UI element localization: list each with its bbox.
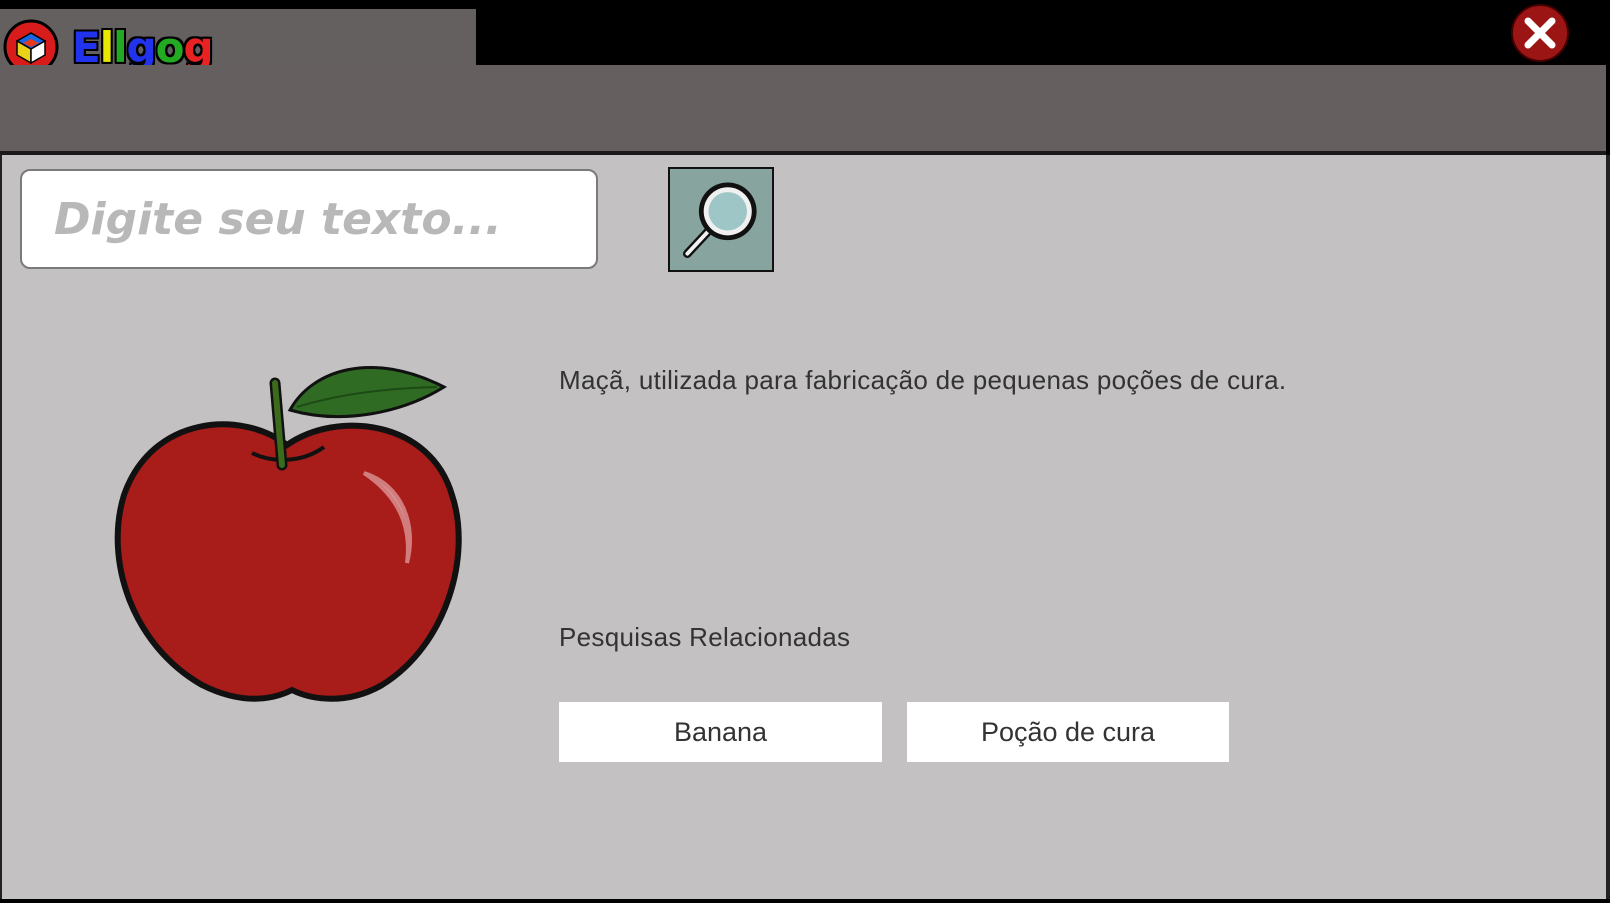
related-searches-title: Pesquisas Relacionadas [559, 622, 851, 652]
magnifier-icon [683, 182, 757, 258]
close-button[interactable] [1510, 3, 1570, 63]
related-item-button[interactable]: Poção de cura [907, 702, 1229, 762]
app-tab: Ellgog [0, 9, 476, 75]
related-item-button[interactable]: Banana [559, 702, 882, 762]
search-button[interactable] [668, 167, 774, 272]
toolbar [0, 65, 1606, 155]
search-input[interactable] [20, 169, 598, 269]
main-content: Maçã, utilizada para fabricação de peque… [0, 155, 1610, 899]
close-icon [1511, 4, 1569, 62]
apple-image [114, 365, 462, 702]
result-description: Maçã, utilizada para fabricação de peque… [559, 365, 1287, 395]
